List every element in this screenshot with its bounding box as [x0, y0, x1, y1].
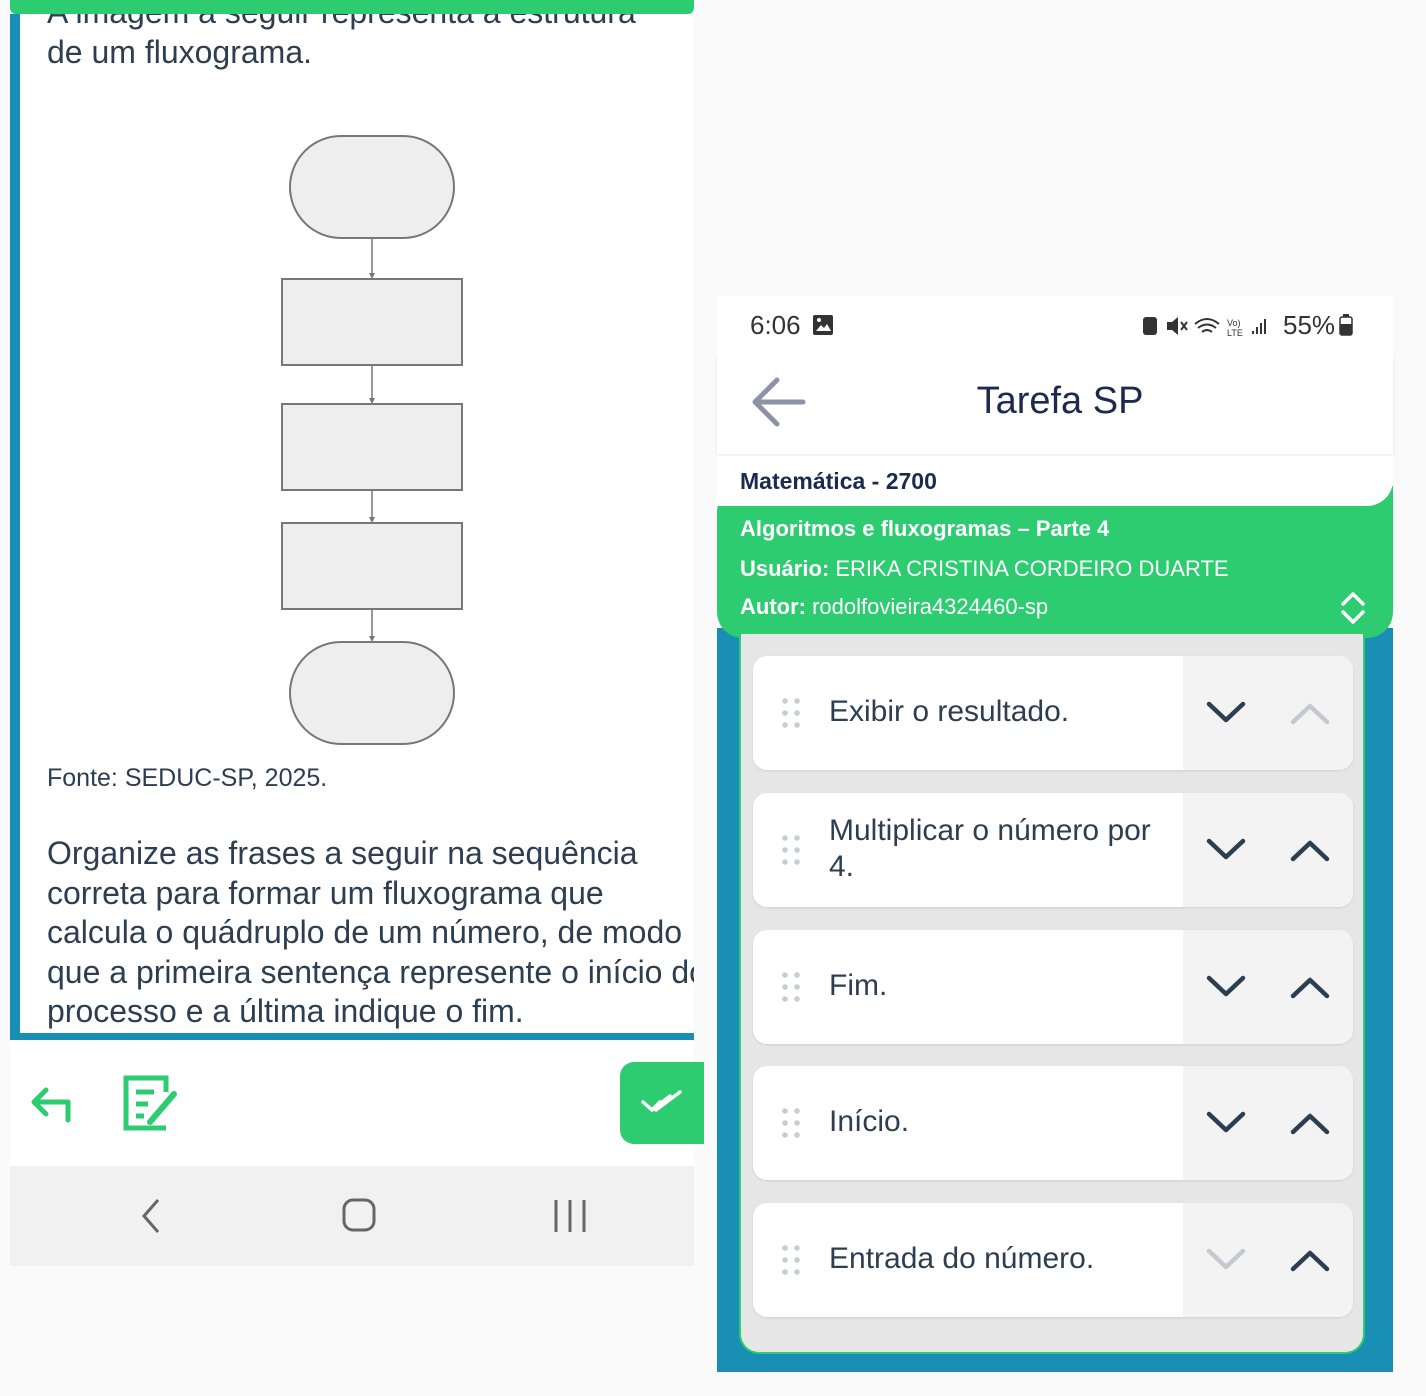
question-text: Organize as frases a seguir na sequência…	[47, 835, 694, 1029]
flow-process-1	[281, 278, 463, 366]
svg-text:Vo): Vo)	[1227, 318, 1241, 328]
reorder-buttons	[1183, 1066, 1353, 1180]
page-title: Tarefa SP	[976, 380, 1144, 422]
move-up-button[interactable]	[1289, 1108, 1331, 1138]
drag-handle-icon[interactable]	[779, 696, 803, 730]
move-down-button[interactable]	[1205, 1245, 1247, 1275]
move-up-button[interactable]	[1289, 835, 1331, 865]
expand-collapse-icon[interactable]	[1339, 590, 1367, 626]
reorder-buttons	[1183, 793, 1353, 907]
flowchart-image	[281, 135, 463, 745]
submit-button[interactable]	[620, 1062, 704, 1144]
sortable-item[interactable]: Exibir o resultado.	[753, 656, 1353, 770]
question-content: A imagem a seguir representa a estrutura…	[10, 14, 694, 1040]
status-time: 6:06	[750, 310, 801, 340]
user-line: Usuário: ERIKA CRISTINA CORDEIRO DUARTE	[740, 556, 1229, 581]
status-icons: Vo) LTE	[1143, 317, 1266, 338]
reorder-buttons	[1183, 656, 1353, 770]
flow-start-terminal	[289, 135, 455, 239]
subject-bar: Matemática - 2700	[717, 456, 1393, 506]
move-down-button[interactable]	[1205, 698, 1247, 728]
flow-end-terminal	[289, 641, 455, 745]
move-down-button[interactable]	[1205, 835, 1247, 865]
move-up-button[interactable]	[1289, 1245, 1331, 1275]
sortable-list: Exibir o resultado. Multiplicar o número …	[739, 634, 1365, 1354]
drag-handle-icon[interactable]	[779, 833, 803, 867]
svg-text:LTE: LTE	[1227, 328, 1243, 338]
nav-back-icon[interactable]	[138, 1196, 168, 1236]
reorder-buttons	[1183, 1203, 1353, 1317]
progress-bar	[10, 0, 694, 14]
sortable-item-text: Início.	[829, 1105, 910, 1138]
drag-handle-icon[interactable]	[779, 970, 803, 1004]
move-up-button[interactable]	[1289, 698, 1331, 728]
bottom-toolbar	[10, 1040, 694, 1166]
phone-screen: 6:06 Vo) LTE 55% Tarefa SP Algoritmos e …	[717, 296, 1393, 1372]
double-check-icon	[641, 1090, 682, 1112]
move-down-button[interactable]	[1205, 972, 1247, 1002]
nav-home-icon[interactable]	[340, 1196, 380, 1236]
drag-handle-icon[interactable]	[779, 1106, 803, 1140]
sortable-item[interactable]: Início.	[753, 1066, 1353, 1180]
flow-process-3	[281, 522, 463, 610]
sortable-item-text: Fim.	[829, 969, 888, 1002]
move-down-button[interactable]	[1205, 1108, 1247, 1138]
move-up-button[interactable]	[1289, 972, 1331, 1002]
sortable-item-text: Entrada do número.	[829, 1242, 1095, 1275]
reply-arrow-icon[interactable]	[28, 1080, 74, 1126]
app-header: Tarefa SP	[717, 354, 1393, 454]
drag-handle-icon[interactable]	[779, 1243, 803, 1277]
edit-note-icon[interactable]	[122, 1074, 178, 1132]
battery-percent: 55%	[1283, 310, 1336, 340]
sortable-item[interactable]: Fim.	[753, 930, 1353, 1044]
gallery-icon	[813, 315, 833, 335]
source-caption: Fonte: SEDUC-SP, 2025.	[47, 764, 328, 792]
author-line: Autor: rodolfovieira4324460-sp	[740, 594, 1049, 619]
question-panel: A imagem a seguir representa a estrutura…	[10, 0, 704, 1266]
task-info-box: Algoritmos e fluxogramas – Parte 4 Usuár…	[717, 486, 1393, 638]
paragraph-line1: A imagem a seguir representa a estrutura	[47, 14, 636, 32]
sortable-item[interactable]: Entrada do número.	[753, 1203, 1353, 1317]
sortable-item-text: Multiplicar o número por 4.	[829, 814, 1151, 883]
sortable-item[interactable]: Multiplicar o número por 4.	[753, 793, 1353, 907]
nav-recents-icon[interactable]	[552, 1198, 592, 1234]
android-nav-bar	[10, 1166, 694, 1266]
status-bar: 6:06 Vo) LTE 55%	[717, 296, 1393, 354]
sortable-item-text: Exibir o resultado.	[829, 695, 1070, 728]
reorder-buttons	[1183, 930, 1353, 1044]
battery-icon	[1339, 314, 1353, 336]
subject-label: Matemática - 2700	[740, 468, 937, 494]
flow-process-2	[281, 403, 463, 491]
task-title: Algoritmos e fluxogramas – Parte 4	[740, 516, 1110, 541]
paragraph-line2: de um fluxograma.	[47, 34, 313, 70]
